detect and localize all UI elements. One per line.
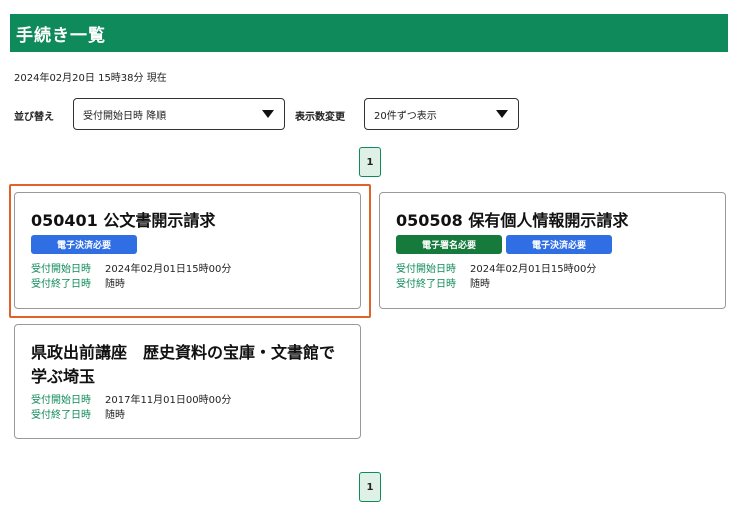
sort-select[interactable]: 受付開始日時 降順 [73,98,285,130]
page-button-bottom[interactable]: 1 [359,472,381,502]
procedure-card[interactable]: 県政出前講座 歴史資料の宝庫・文書館で学ぶ埼玉 受付開始日時 2017年11月0… [14,324,361,439]
end-label: 受付終了日時 [31,410,91,421]
card-title: 県政出前講座 歴史資料の宝庫・文書館で学ぶ埼玉 [31,343,336,386]
count-select[interactable]: 20件ずつ表示 [364,98,519,130]
start-label: 受付開始日時 [31,395,91,406]
card-title: 050508 保有個人情報開示請求 [396,211,629,230]
end-value: 随時 [470,279,490,290]
dropdown-arrow-icon [496,110,508,118]
signature-required-badge: 電子署名必要 [396,235,502,254]
page-header: 手続き一覧 [10,14,728,52]
page-number: 1 [366,481,374,493]
count-select-value: 20件ずつ表示 [374,110,437,122]
sort-label: 並び替え [14,112,54,123]
page-button-top[interactable]: 1 [359,147,381,177]
page-number: 1 [366,156,374,168]
page-title: 手続き一覧 [16,25,106,46]
count-label: 表示数変更 [295,112,345,123]
sort-select-value: 受付開始日時 降順 [83,110,167,122]
end-value: 随時 [105,410,125,421]
as-of-timestamp: 2024年02月20日 15時38分 現在 [14,73,167,84]
start-label: 受付開始日時 [396,264,456,275]
end-label: 受付終了日時 [396,279,456,290]
start-value: 2024年02月01日15時00分 [470,264,597,275]
dropdown-arrow-icon [262,110,274,118]
payment-required-badge: 電子決済必要 [506,235,612,254]
selection-highlight [9,184,371,318]
procedure-card[interactable]: 050508 保有個人情報開示請求 電子署名必要 電子決済必要 受付開始日時 2… [379,192,726,309]
start-value: 2017年11月01日00時00分 [105,395,232,406]
